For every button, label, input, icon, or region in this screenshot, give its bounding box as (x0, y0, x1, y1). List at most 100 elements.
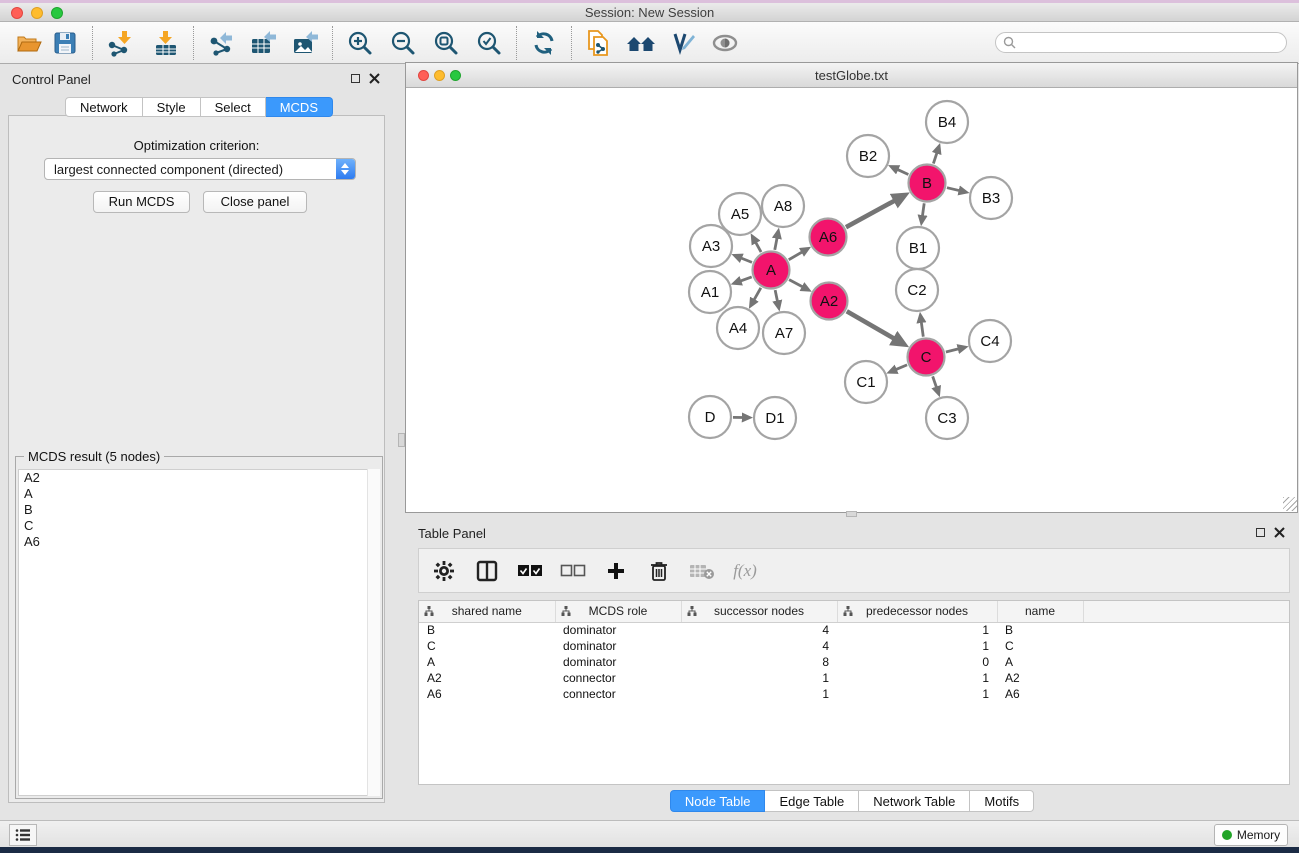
node-d[interactable]: D (689, 396, 731, 438)
show-hide-button[interactable] (708, 26, 742, 60)
close-panel-icon[interactable] (1274, 527, 1285, 538)
close-panel-button[interactable]: Close panel (203, 191, 307, 213)
node-b[interactable]: B (909, 165, 946, 202)
node-a1[interactable]: A1 (689, 271, 731, 313)
node-b3[interactable]: B3 (970, 177, 1012, 219)
node-c3[interactable]: C3 (926, 397, 968, 439)
node-a5[interactable]: A5 (719, 193, 761, 235)
remove-table-button[interactable] (689, 558, 715, 584)
float-panel-icon[interactable] (351, 74, 360, 83)
node-a6[interactable]: A6 (810, 219, 847, 256)
edge-a-a1[interactable] (741, 277, 752, 281)
tab-mcds[interactable]: MCDS (266, 97, 333, 117)
node-a8[interactable]: A8 (762, 185, 804, 227)
float-panel-icon[interactable] (1256, 528, 1265, 537)
table-row[interactable]: A2connector11A2 (419, 670, 1289, 686)
result-item[interactable]: B (19, 502, 379, 518)
table-row[interactable]: Cdominator41C (419, 638, 1289, 654)
split-columns-button[interactable] (474, 558, 500, 584)
edge-b-b4[interactable] (933, 153, 936, 164)
node-b4[interactable]: B4 (926, 101, 968, 143)
edge-b-b2[interactable] (898, 170, 909, 175)
node-c1[interactable]: C1 (845, 361, 887, 403)
result-item[interactable]: A6 (19, 534, 379, 550)
home-button[interactable] (624, 26, 658, 60)
tab-network[interactable]: Network (65, 97, 143, 117)
edge-a2-c[interactable] (847, 311, 894, 338)
result-item[interactable]: C (19, 518, 379, 534)
network-horizontal-scrollbar-thumb[interactable] (846, 511, 857, 517)
column-header-name[interactable]: name (997, 601, 1083, 622)
node-a4[interactable]: A4 (717, 307, 759, 349)
edge-b-b3[interactable] (947, 188, 959, 191)
open-session-button[interactable] (12, 26, 46, 60)
task-history-button[interactable] (9, 824, 37, 846)
zoom-selected-button[interactable] (472, 26, 506, 60)
node-d1[interactable]: D1 (754, 397, 796, 439)
node-a[interactable]: A (753, 252, 790, 289)
node-a7[interactable]: A7 (763, 312, 805, 354)
gear-button[interactable] (431, 558, 457, 584)
table-row[interactable]: Bdominator41B (419, 622, 1289, 638)
tab-network-table[interactable]: Network Table (859, 790, 970, 812)
edge-c-c2[interactable] (921, 322, 923, 336)
tab-select[interactable]: Select (201, 97, 266, 117)
export-network-button[interactable] (204, 26, 238, 60)
export-table-button[interactable] (246, 26, 280, 60)
tab-style[interactable]: Style (143, 97, 201, 117)
edge-b-b1[interactable] (922, 203, 924, 215)
edge-a-a5[interactable] (756, 243, 761, 253)
edge-a-a3[interactable] (741, 258, 752, 262)
search-field[interactable] (995, 32, 1287, 53)
zoom-fit-button[interactable] (429, 26, 463, 60)
node-c[interactable]: C (908, 339, 945, 376)
result-item[interactable]: A (19, 486, 379, 502)
node-b1[interactable]: B1 (897, 227, 939, 269)
criterion-dropdown[interactable]: largest connected component (directed) (44, 158, 356, 180)
import-network-button[interactable] (103, 26, 137, 60)
edge-c-c4[interactable] (946, 349, 958, 352)
tab-edge-table[interactable]: Edge Table (765, 790, 859, 812)
node-a2[interactable]: A2 (811, 283, 848, 320)
close-panel-icon[interactable] (369, 73, 380, 84)
network-resize-grip[interactable] (1283, 497, 1297, 511)
function-builder-button[interactable]: f(x) (732, 558, 758, 584)
edge-a-a6[interactable] (789, 252, 802, 260)
run-mcds-button[interactable]: Run MCDS (93, 191, 190, 213)
column-header-mcds-role[interactable]: MCDS role (555, 601, 681, 622)
node-a3[interactable]: A3 (690, 225, 732, 267)
edge-a-a8[interactable] (775, 238, 777, 250)
table-row[interactable]: A6connector11A6 (419, 686, 1289, 702)
import-table-button[interactable] (149, 26, 183, 60)
tab-motifs[interactable]: Motifs (970, 790, 1034, 812)
node-c4[interactable]: C4 (969, 320, 1011, 362)
tab-node-table[interactable]: Node Table (670, 790, 766, 812)
duplicate-network-button[interactable] (582, 26, 616, 60)
delete-row-button[interactable] (646, 558, 672, 584)
column-header-successor-nodes[interactable]: successor nodes (681, 601, 837, 622)
export-image-button[interactable] (288, 26, 322, 60)
vizmapper-button[interactable] (666, 26, 700, 60)
add-row-button[interactable] (603, 558, 629, 584)
search-input[interactable] (1016, 34, 1286, 51)
edge-c-c3[interactable] (933, 376, 937, 387)
select-all-button[interactable] (517, 558, 543, 584)
zoom-out-button[interactable] (386, 26, 420, 60)
save-session-button[interactable] (48, 26, 82, 60)
edge-a-a2[interactable] (789, 280, 802, 287)
edge-a6-b[interactable] (846, 201, 895, 227)
edge-a-a4[interactable] (754, 288, 761, 300)
network-vertical-scrollbar-thumb[interactable] (398, 433, 405, 447)
table-row[interactable]: Adominator80A (419, 654, 1289, 670)
edge-a-a7[interactable] (775, 290, 777, 301)
zoom-in-button[interactable] (343, 26, 377, 60)
node-c2[interactable]: C2 (896, 269, 938, 311)
edge-c-c1[interactable] (896, 365, 907, 370)
column-header-shared-name[interactable]: shared name (419, 601, 555, 622)
refresh-view-button[interactable] (527, 26, 561, 60)
memory-button[interactable]: Memory (1214, 824, 1288, 846)
network-canvas[interactable]: B4 B2 B B3 A8A5 A6 A3 B1 A C2 A1 A2 A4A7 C4 C C1 C3 D D1 (406, 88, 1297, 512)
node-b2[interactable]: B2 (847, 135, 889, 177)
result-item[interactable]: A2 (19, 470, 379, 486)
deselect-all-button[interactable] (560, 558, 586, 584)
